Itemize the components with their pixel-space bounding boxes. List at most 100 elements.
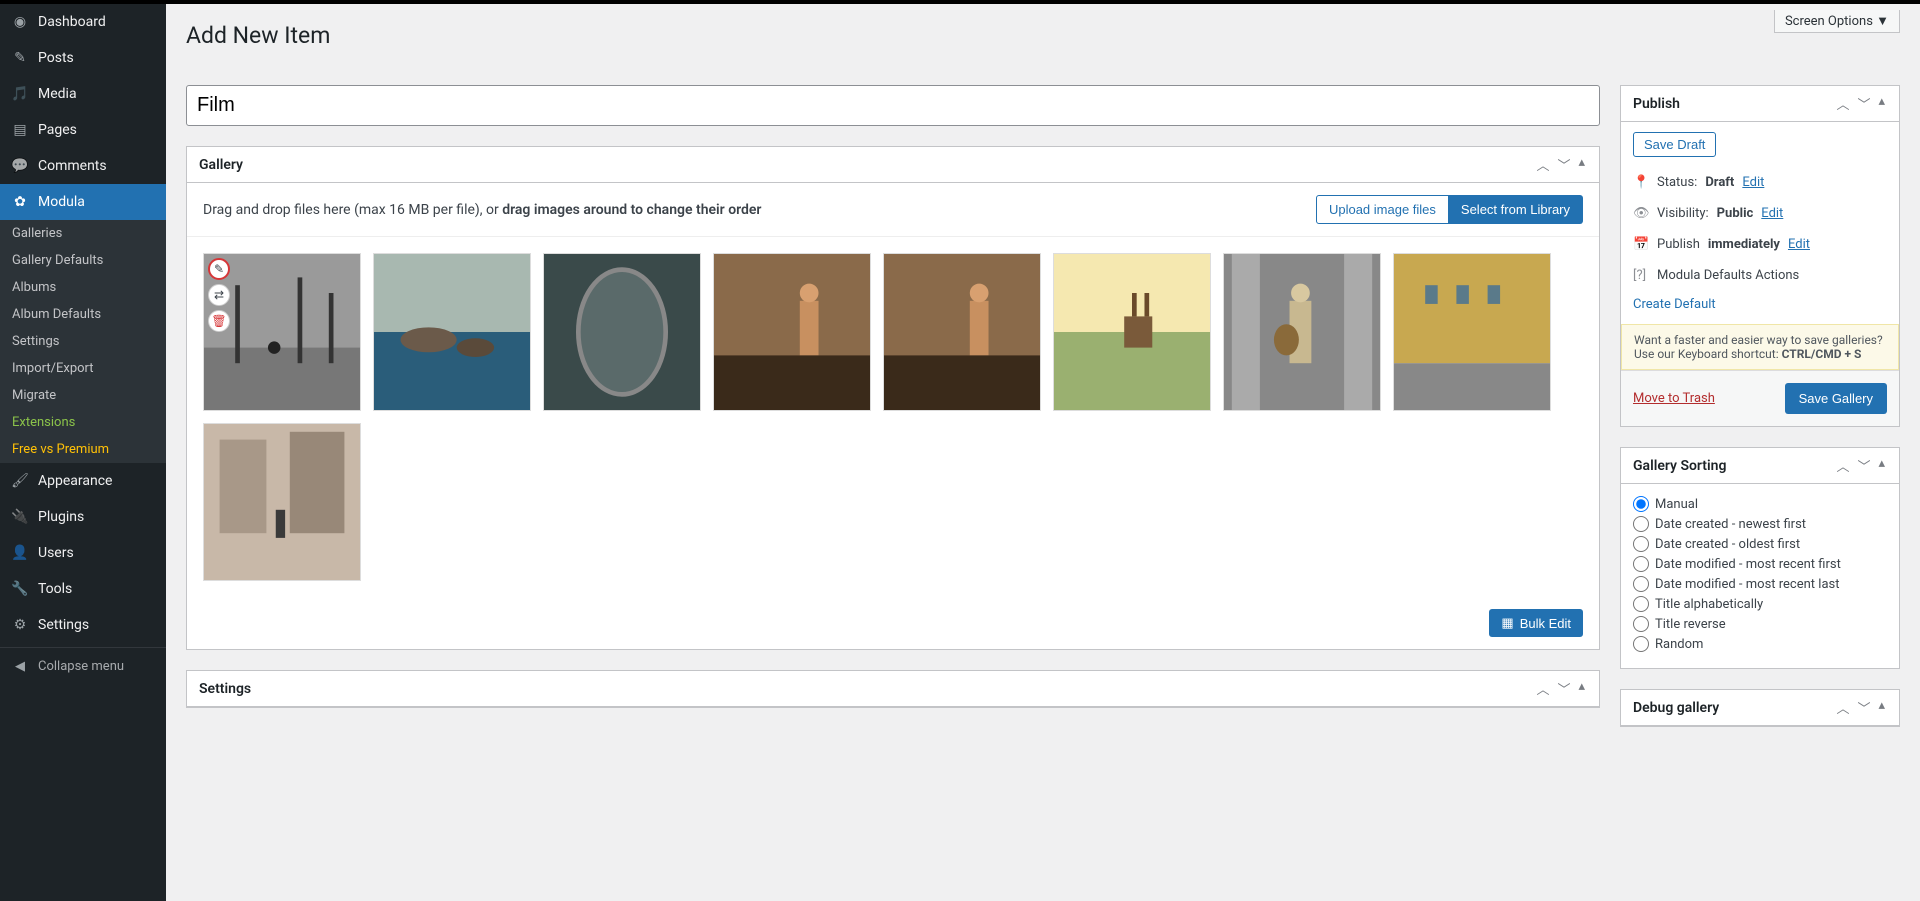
nav-appearance[interactable]: 🖌Appearance bbox=[0, 463, 166, 499]
nav-dashboard[interactable]: ◉ Dashboard bbox=[0, 4, 166, 40]
nav-label: Tools bbox=[38, 581, 72, 597]
panel-down-icon[interactable]: ﹀ bbox=[1855, 456, 1872, 475]
sorting-option[interactable]: Title reverse bbox=[1633, 614, 1887, 634]
nav-label: Comments bbox=[38, 158, 107, 174]
collapse-menu[interactable]: ◀ Collapse menu bbox=[0, 647, 166, 684]
panel-up-icon[interactable]: ︿ bbox=[1834, 698, 1851, 717]
panel-up-icon[interactable]: ︿ bbox=[1834, 94, 1851, 113]
move-to-trash-link[interactable]: Move to Trash bbox=[1633, 391, 1715, 406]
panel-down-icon[interactable]: ﹀ bbox=[1555, 679, 1572, 698]
nav-label: Modula bbox=[38, 194, 85, 210]
nav-label: Pages bbox=[38, 122, 77, 138]
nav-label: Media bbox=[38, 86, 77, 102]
panel-toggle-icon[interactable]: ▴ bbox=[1876, 456, 1887, 475]
save-gallery-button[interactable]: Save Gallery bbox=[1785, 383, 1887, 414]
sorting-radio[interactable] bbox=[1633, 616, 1649, 632]
nav-label: Dashboard bbox=[38, 14, 106, 30]
nav-users[interactable]: 👤Users bbox=[0, 535, 166, 571]
sorting-radio[interactable] bbox=[1633, 536, 1649, 552]
title-input[interactable] bbox=[186, 85, 1600, 126]
debug-gallery-panel: Debug gallery ︿ ﹀ ▴ bbox=[1620, 689, 1900, 727]
nav-pages[interactable]: ▤Pages bbox=[0, 112, 166, 148]
nav-label: Plugins bbox=[38, 509, 84, 525]
sorting-label: Manual bbox=[1655, 497, 1698, 512]
create-default-link[interactable]: Create Default bbox=[1633, 297, 1716, 312]
sorting-radio[interactable] bbox=[1633, 576, 1649, 592]
nav-posts[interactable]: ✎Posts bbox=[0, 40, 166, 76]
sorting-option[interactable]: Date created - newest first bbox=[1633, 514, 1887, 534]
gallery-thumbnail[interactable] bbox=[1393, 253, 1551, 411]
gallery-thumbnail[interactable] bbox=[543, 253, 701, 411]
sorting-option[interactable]: Random bbox=[1633, 634, 1887, 654]
sorting-label: Title alphabetically bbox=[1655, 597, 1763, 612]
nav-plugins[interactable]: 🔌 Plugins bbox=[0, 499, 166, 535]
subnav-item[interactable]: Migrate bbox=[0, 382, 166, 409]
gallery-thumbnail[interactable]: ✎ ⇄ 🗑 bbox=[203, 253, 361, 411]
panel-toggle-icon[interactable]: ▴ bbox=[1576, 679, 1587, 698]
select-from-library-button[interactable]: Select from Library bbox=[1449, 195, 1583, 224]
gallery-thumbnail[interactable] bbox=[1223, 253, 1381, 411]
panel-up-icon[interactable]: ︿ bbox=[1534, 679, 1551, 698]
delete-image-icon[interactable]: 🗑 bbox=[208, 310, 230, 332]
panel-down-icon[interactable]: ﹀ bbox=[1855, 94, 1872, 113]
sorting-option[interactable]: Manual bbox=[1633, 494, 1887, 514]
sorting-label: Random bbox=[1655, 637, 1703, 652]
nav-modula[interactable]: ✿Modula bbox=[0, 184, 166, 220]
screen-options-toggle[interactable]: Screen Options ▼ bbox=[1774, 10, 1900, 33]
edit-schedule-link[interactable]: Edit bbox=[1788, 237, 1810, 252]
sorting-option[interactable]: Date modified - most recent first bbox=[1633, 554, 1887, 574]
nav-settings[interactable]: ⚙Settings bbox=[0, 607, 166, 643]
help-icon: [?] bbox=[1633, 268, 1649, 283]
collapse-icon: ◀ bbox=[10, 656, 30, 676]
panel-down-icon[interactable]: ﹀ bbox=[1555, 155, 1572, 174]
panel-toggle-icon[interactable]: ▴ bbox=[1876, 94, 1887, 113]
sorting-radio[interactable] bbox=[1633, 496, 1649, 512]
gallery-thumbnail[interactable] bbox=[883, 253, 1041, 411]
subnav-item[interactable]: Galleries bbox=[0, 220, 166, 247]
gallery-thumbnail[interactable] bbox=[713, 253, 871, 411]
nav-label: Posts bbox=[38, 50, 74, 66]
status-row: 📍 Status: Draft Edit bbox=[1621, 167, 1899, 198]
subnav-item[interactable]: Free vs Premium bbox=[0, 436, 166, 463]
plugins-icon: 🔌 bbox=[10, 507, 30, 527]
sorting-option[interactable]: Date created - oldest first bbox=[1633, 534, 1887, 554]
sorting-radio[interactable] bbox=[1633, 516, 1649, 532]
debug-panel-title: Debug gallery bbox=[1633, 700, 1719, 716]
sorting-radio[interactable] bbox=[1633, 556, 1649, 572]
nav-comments[interactable]: 💬Comments bbox=[0, 148, 166, 184]
calendar-icon: 📅 bbox=[1633, 237, 1649, 252]
edit-image-icon[interactable]: ✎ bbox=[208, 258, 230, 280]
admin-sidebar: ◉ Dashboard ✎Posts🎵Media▤Pages💬Comments✿Mo… bbox=[0, 4, 166, 901]
upload-image-files-button[interactable]: Upload image files bbox=[1316, 195, 1449, 224]
panel-down-icon[interactable]: ﹀ bbox=[1855, 698, 1872, 717]
subnav-item[interactable]: Extensions bbox=[0, 409, 166, 436]
subnav-item[interactable]: Import/Export bbox=[0, 355, 166, 382]
sorting-radio[interactable] bbox=[1633, 636, 1649, 652]
subnav-item[interactable]: Albums bbox=[0, 274, 166, 301]
sorting-radio[interactable] bbox=[1633, 596, 1649, 612]
shuffle-image-icon[interactable]: ⇄ bbox=[208, 284, 230, 306]
panel-toggle-icon[interactable]: ▴ bbox=[1876, 698, 1887, 717]
sorting-option[interactable]: Date modified - most recent last bbox=[1633, 574, 1887, 594]
subnav-item[interactable]: Gallery Defaults bbox=[0, 247, 166, 274]
eye-icon: 👁 bbox=[1633, 206, 1649, 221]
save-draft-button[interactable]: Save Draft bbox=[1633, 132, 1716, 157]
nav-label: Settings bbox=[38, 617, 89, 633]
gallery-thumbnail[interactable] bbox=[1053, 253, 1211, 411]
edit-visibility-link[interactable]: Edit bbox=[1761, 206, 1783, 221]
sorting-option[interactable]: Title alphabetically bbox=[1633, 594, 1887, 614]
gallery-thumbnail[interactable] bbox=[203, 423, 361, 581]
bulk-edit-button[interactable]: ▦ Bulk Edit bbox=[1489, 609, 1583, 637]
subnav-item[interactable]: Album Defaults bbox=[0, 301, 166, 328]
subnav-item[interactable]: Settings bbox=[0, 328, 166, 355]
dashboard-icon: ◉ bbox=[10, 12, 30, 32]
panel-up-icon[interactable]: ︿ bbox=[1534, 155, 1551, 174]
nav-media[interactable]: 🎵Media bbox=[0, 76, 166, 112]
panel-toggle-icon[interactable]: ▴ bbox=[1576, 155, 1587, 174]
panel-up-icon[interactable]: ︿ bbox=[1834, 456, 1851, 475]
sorting-label: Date created - oldest first bbox=[1655, 537, 1800, 552]
publish-panel: Publish ︿ ﹀ ▴ Save Draft 📍 Status: Draf bbox=[1620, 85, 1900, 427]
gallery-thumbnail[interactable] bbox=[373, 253, 531, 411]
edit-status-link[interactable]: Edit bbox=[1742, 175, 1764, 190]
nav-tools[interactable]: 🔧Tools bbox=[0, 571, 166, 607]
